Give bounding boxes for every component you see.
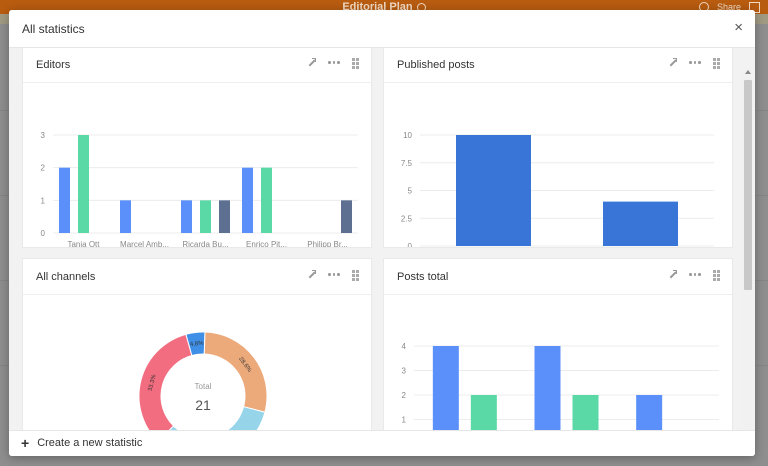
y-tick-label: 0 [408, 242, 413, 247]
x-tick-label: Tanja Ott [67, 240, 100, 247]
all-channels-card: All channels 4.8%28.6%33.3%33.3%Total21 [22, 258, 372, 430]
y-tick-label: 4 [402, 342, 407, 351]
create-statistic-label: Create a new statistic [37, 437, 143, 449]
modal-header: All statistics × [9, 10, 755, 48]
bar [59, 167, 70, 233]
bar [470, 395, 497, 430]
pie-slice [138, 333, 193, 430]
y-tick-label: 0 [41, 229, 46, 238]
posts-total-bar-chart: 01234TeaserBlogpostPost2020-042020-05 [402, 342, 719, 430]
y-tick-label: 3 [41, 131, 46, 140]
create-statistic-button[interactable]: + Create a new statistic [21, 435, 143, 451]
donut-center-label: Total [195, 382, 212, 391]
modal-title: All statistics [22, 22, 85, 36]
statistics-modal: All statistics × Editors 0 1 2 3 Tanja Ott Ma… [9, 10, 755, 456]
bar [78, 135, 89, 233]
y-tick-label: 10 [403, 131, 412, 140]
editors-card: Editors 0 1 2 3 Tanja Ott Marcel Amb... Ricard… [22, 48, 372, 248]
y-tick-label: 7.5 [401, 159, 413, 168]
bar [181, 200, 192, 233]
scroll-up-icon[interactable] [745, 70, 751, 74]
channels-donut-chart: 4.8%28.6%33.3%33.3%Total21 [138, 331, 268, 430]
donut-center-value: 21 [195, 397, 211, 413]
scrollbar-thumb[interactable] [744, 80, 752, 290]
pie-slice [203, 331, 268, 413]
x-tick-label: Enrico Pit... [246, 240, 287, 247]
bar [200, 200, 211, 233]
editors-bar-chart: 0 1 2 3 Tanja Ott Marcel Amb... Ricarda Bu... E… [41, 131, 358, 247]
bar [636, 395, 663, 430]
statistics-grid[interactable]: Editors 0 1 2 3 Tanja Ott Marcel Amb... Ricard… [9, 48, 755, 430]
modal-footer: + Create a new statistic [9, 430, 755, 456]
y-tick-label: 1 [41, 196, 46, 205]
bar [456, 135, 531, 246]
y-tick-label: 2 [402, 391, 407, 400]
y-tick-label: 5 [408, 187, 413, 196]
y-tick-label: 1 [402, 416, 407, 425]
y-tick-label: 2 [41, 164, 46, 173]
bar [120, 200, 131, 233]
bar [341, 200, 352, 233]
x-tick-label: Ricarda Bu... [182, 240, 228, 247]
bar [432, 346, 459, 430]
close-button[interactable]: × [734, 20, 743, 35]
bar [534, 346, 561, 430]
bar [219, 200, 230, 233]
x-tick-label: Marcel Amb... [120, 240, 169, 247]
y-tick-label: 2.5 [401, 214, 413, 223]
plus-icon: + [21, 435, 30, 451]
y-tick-label: 3 [402, 367, 407, 376]
bar [261, 167, 272, 233]
bar [242, 167, 253, 233]
posts-total-card: Posts total 01234TeaserBlogpostPost2020-… [383, 258, 733, 430]
scrollbar[interactable] [743, 68, 753, 430]
pie-slice [168, 406, 266, 430]
bar [603, 201, 678, 246]
published-posts-card: Published posts 02.557.5102020-042020-05 [383, 48, 733, 248]
published-posts-bar-chart: 02.557.5102020-042020-05 [401, 131, 714, 247]
bar [572, 395, 599, 430]
x-tick-label: Philipp Br... [307, 240, 347, 247]
